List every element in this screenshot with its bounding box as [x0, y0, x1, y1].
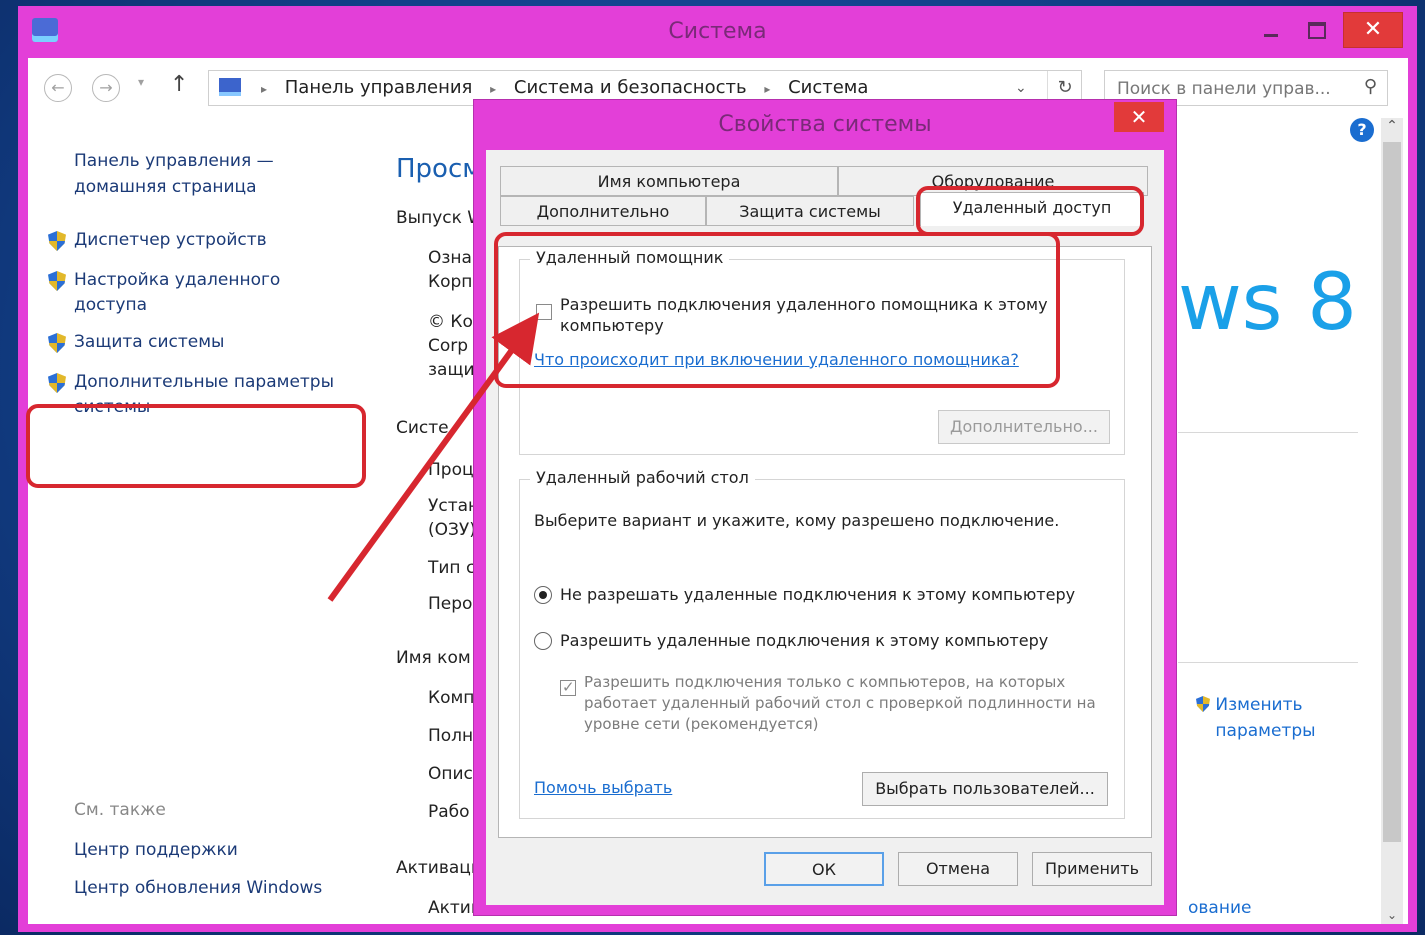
maximize-button[interactable] [1296, 12, 1336, 46]
system-line: Проц [428, 460, 474, 480]
system-line: Перо [428, 594, 473, 614]
shield-icon [48, 271, 66, 291]
activation-heading: Активаци [396, 858, 482, 878]
system-line: Тип с [428, 558, 476, 578]
chevron-up-icon[interactable]: ⌃ [1381, 118, 1403, 134]
breadcrumb-item[interactable]: Панель управления [285, 77, 473, 98]
change-settings-link[interactable]: Изменить параметры [1196, 692, 1325, 744]
ok-button[interactable]: ОК [764, 852, 884, 886]
edition-line: защи [428, 360, 475, 380]
tab-computer-name[interactable]: Имя компьютера [500, 166, 838, 196]
tab-system-protection[interactable]: Защита системы [706, 196, 914, 226]
edition-line: Озна [428, 248, 472, 268]
sidebar-item-label: Настройка удаленного доступа [74, 270, 281, 315]
system-heading: Систе [396, 418, 449, 438]
chevron-down-icon[interactable]: ⌄ [1381, 908, 1403, 922]
highlight-box [916, 186, 1144, 236]
edition-line: Корп [428, 272, 473, 292]
recent-locations-icon[interactable]: ▾ [138, 75, 144, 89]
cancel-button[interactable]: Отмена [898, 852, 1018, 886]
remote-desktop-group: Удаленный рабочий стол Выберите вариант … [519, 468, 1125, 819]
chevron-right-icon: ▸ [764, 82, 771, 96]
select-users-button[interactable]: Выбрать пользователей... [862, 772, 1108, 806]
divider [1178, 432, 1358, 433]
help-icon[interactable]: ? [1350, 118, 1374, 142]
windows-update-link[interactable]: Центр обновления Windows [74, 878, 322, 898]
edition-line: © Ко [428, 312, 473, 332]
edition-heading: Выпуск W [396, 208, 485, 228]
deny-connections-label: Не разрешать удаленные подключения к это… [560, 585, 1076, 604]
windows-8-logo: ws 8 [1178, 258, 1357, 348]
activation-line: Актив [428, 898, 481, 918]
edition-line: Corp [428, 336, 469, 356]
sidebar-item-system-protection[interactable]: Защита системы [48, 330, 368, 355]
help-me-choose-link[interactable]: Помочь выбрать [534, 778, 672, 797]
change-settings-label: Изменить параметры [1215, 695, 1316, 741]
sidebar-item-label: Защита системы [74, 332, 225, 352]
group-title: Удаленный рабочий стол [530, 468, 755, 487]
activation-link[interactable]: ование [1188, 898, 1251, 918]
sidebar-item-device-manager[interactable]: Диспетчер устройств [48, 228, 368, 253]
deny-connections-radio[interactable] [534, 586, 552, 604]
sidebar-home-link[interactable]: Панель управления — домашняя страница [74, 148, 334, 200]
computer-name-line: Опис [428, 764, 473, 784]
page-title: Просм [396, 154, 482, 184]
highlight-box [494, 232, 1060, 388]
tab-advanced[interactable]: Дополнительно [500, 196, 706, 226]
back-arrow-icon[interactable]: ← [44, 74, 72, 102]
remote-desktop-instruction: Выберите вариант и укажите, кому разреше… [534, 511, 1060, 530]
search-icon[interactable]: ⚲ [1364, 76, 1377, 97]
chevron-right-icon: ▸ [490, 82, 497, 96]
highlight-box [26, 404, 366, 488]
advanced-button[interactable]: Дополнительно... [938, 410, 1110, 444]
computer-name-line: Комп [428, 688, 475, 708]
apply-button[interactable]: Применить [1032, 852, 1152, 886]
dialog-close-button[interactable]: ✕ [1114, 102, 1164, 132]
window-title: Система [668, 19, 767, 44]
breadcrumb-item[interactable]: Система и безопасность [514, 77, 747, 98]
computer-name-heading: Имя ком [396, 648, 471, 668]
close-button[interactable]: ✕ [1343, 12, 1403, 48]
shield-icon [1196, 696, 1210, 712]
shield-icon [48, 231, 66, 251]
minimize-button[interactable] [1254, 12, 1288, 46]
allow-connections-radio[interactable] [534, 632, 552, 650]
computer-icon [219, 78, 241, 96]
breadcrumb-item[interactable]: Система [788, 77, 868, 98]
scrollbar[interactable]: ⌃ ⌄ [1381, 118, 1403, 924]
system-line: Устан [428, 496, 480, 516]
up-arrow-icon[interactable]: ↑ [170, 72, 188, 97]
scrollbar-thumb[interactable] [1383, 142, 1401, 842]
system-line: (ОЗУ) [428, 520, 476, 540]
see-also-heading: См. также [74, 800, 166, 820]
forward-arrow-icon[interactable]: → [92, 74, 120, 102]
shield-icon [48, 333, 66, 353]
computer-name-line: Полн [428, 726, 474, 746]
nla-label: Разрешить подключения только с компьютер… [584, 673, 1096, 733]
sidebar-item-label: Диспетчер устройств [74, 230, 267, 250]
sidebar-item-remote-settings[interactable]: Настройка удаленного доступа [48, 268, 368, 318]
computer-name-line: Рабо [428, 802, 470, 822]
dialog-title: Свойства системы [718, 112, 932, 137]
shield-icon [48, 373, 66, 393]
allow-connections-label: Разрешить удаленные подключения к этому … [560, 631, 1049, 650]
nla-checkbox[interactable] [560, 678, 576, 696]
sidebar: Панель управления — домашняя страница Ди… [26, 120, 388, 920]
divider [1178, 662, 1358, 663]
chevron-right-icon: ▸ [261, 82, 268, 96]
action-center-link[interactable]: Центр поддержки [74, 840, 238, 860]
